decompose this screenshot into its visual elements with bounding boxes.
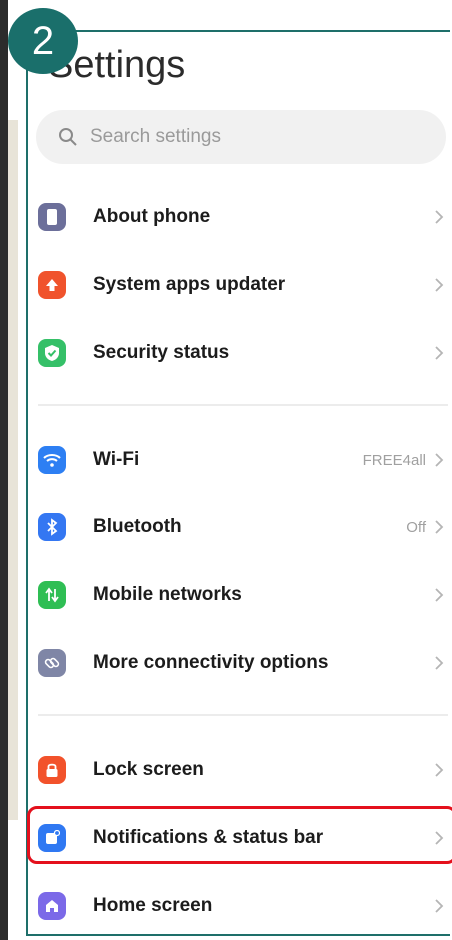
chevron-right-icon <box>435 899 444 913</box>
chevron-right-icon <box>435 763 444 777</box>
item-label: About phone <box>93 206 211 227</box>
search-icon <box>59 128 77 146</box>
link-icon <box>38 649 66 677</box>
item-label: Home screen <box>93 895 213 916</box>
settings-item-more-connectivity[interactable]: More connectivity options <box>38 634 448 692</box>
section-divider <box>38 404 448 406</box>
search-placeholder: Search settings <box>90 126 221 147</box>
left-edge-strip <box>0 0 22 940</box>
wifi-icon <box>38 446 66 474</box>
step-number-badge: 2 <box>8 8 78 74</box>
item-label: System apps updater <box>93 274 286 295</box>
item-value: FREE4all <box>362 451 426 469</box>
settings-item-system-apps-updater[interactable]: System apps updater <box>38 256 448 314</box>
chevron-right-icon <box>435 210 444 224</box>
chevron-right-icon <box>435 346 444 360</box>
chevron-right-icon <box>435 656 444 670</box>
item-label: Lock screen <box>93 759 204 780</box>
chevron-right-icon <box>435 278 444 292</box>
item-label: Bluetooth <box>93 516 182 537</box>
item-label: Wi-Fi <box>93 449 140 470</box>
settings-item-wifi[interactable]: Wi-Fi FREE4all <box>38 431 448 489</box>
item-label: Mobile networks <box>93 584 242 605</box>
phone-icon <box>38 203 66 231</box>
settings-item-security-status[interactable]: Security status <box>38 324 448 382</box>
settings-item-mobile-networks[interactable]: Mobile networks <box>38 566 448 624</box>
section-divider <box>38 714 448 716</box>
search-input[interactable]: Search settings <box>36 110 446 164</box>
chevron-right-icon <box>435 588 444 602</box>
shield-icon <box>38 339 66 367</box>
lock-icon <box>38 756 66 784</box>
item-value: Off <box>406 518 426 536</box>
settings-item-home-screen[interactable]: Home screen <box>38 877 448 935</box>
bluetooth-icon <box>38 513 66 541</box>
chevron-right-icon <box>435 453 444 467</box>
arrow-up-icon <box>38 271 66 299</box>
settings-item-about-phone[interactable]: About phone <box>38 188 448 246</box>
highlight-box <box>27 806 452 864</box>
chevron-right-icon <box>435 520 444 534</box>
item-label: Security status <box>93 342 230 363</box>
settings-item-bluetooth[interactable]: Bluetooth Off <box>38 498 448 556</box>
home-icon <box>38 892 66 920</box>
item-label: More connectivity options <box>93 652 329 673</box>
settings-item-lock-screen[interactable]: Lock screen <box>38 741 448 799</box>
mobile-data-icon <box>38 581 66 609</box>
